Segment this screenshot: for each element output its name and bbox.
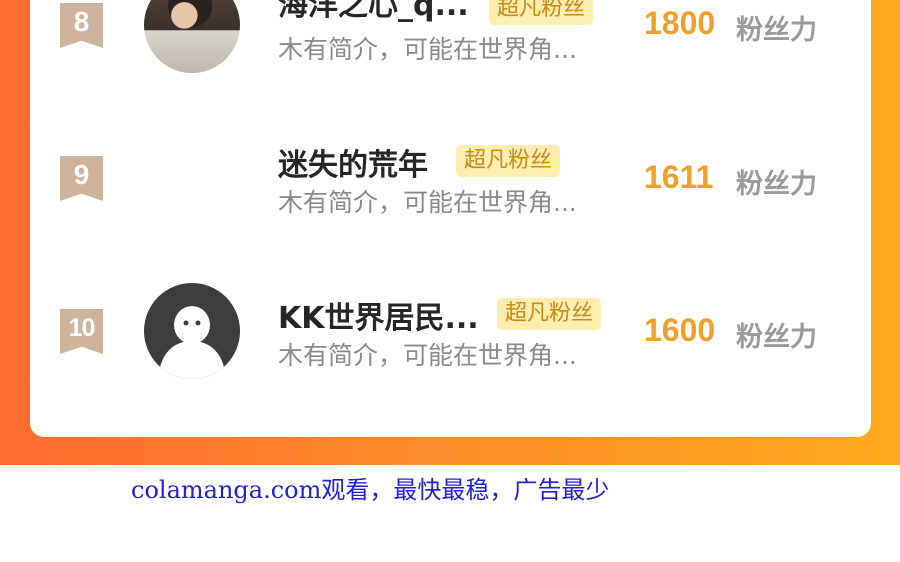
fan-power-score: 1611 <box>644 159 714 195</box>
ranking-row-8[interactable]: 8 海洋之心_q... 超凡粉丝 木有简介，可能在世界角... 1800 粉丝力 <box>30 0 871 80</box>
rank-badge: 9 <box>60 156 103 201</box>
default-ghost-icon[interactable] <box>144 283 240 379</box>
fan-level-tag: 超凡粉丝 <box>489 0 594 25</box>
fan-level-tag: 超凡粉丝 <box>456 145 561 177</box>
ranking-row-9[interactable]: 9 迷失的荒年 超凡粉丝 木有简介，可能在世界角... 1611 粉丝力 <box>30 123 871 233</box>
user-name[interactable]: 海洋之心_q... <box>278 0 469 24</box>
user-name[interactable]: KK世界居民... <box>278 293 479 337</box>
ranking-row-10[interactable]: 10 KK世界居民... 超凡粉丝 木有简介，可能在世界角... 1600 粉丝… <box>30 276 871 386</box>
user-avatar[interactable] <box>144 0 240 73</box>
site-watermark-text: colamanga.com观看，最快最稳，广告最少 <box>131 476 610 504</box>
user-bio: 木有简介，可能在世界角... <box>278 188 577 217</box>
fan-power-unit: 粉丝力 <box>736 322 817 353</box>
fan-level-tag: 超凡粉丝 <box>497 298 602 330</box>
ranking-banner: 8 海洋之心_q... 超凡粉丝 木有简介，可能在世界角... 1800 粉丝力… <box>0 0 900 465</box>
fan-power-score: 1800 <box>644 5 716 41</box>
user-name[interactable]: 迷失的荒年 <box>278 140 428 184</box>
fan-power-unit: 粉丝力 <box>736 15 817 46</box>
fan-power-score: 1600 <box>644 312 716 348</box>
fan-power-unit: 粉丝力 <box>736 169 817 200</box>
ranking-card: 8 海洋之心_q... 超凡粉丝 木有简介，可能在世界角... 1800 粉丝力… <box>30 0 871 437</box>
rank-badge: 10 <box>60 309 103 354</box>
rank-badge: 8 <box>60 3 103 48</box>
user-bio: 木有简介，可能在世界角... <box>278 341 577 370</box>
user-bio: 木有简介，可能在世界角... <box>278 35 577 64</box>
